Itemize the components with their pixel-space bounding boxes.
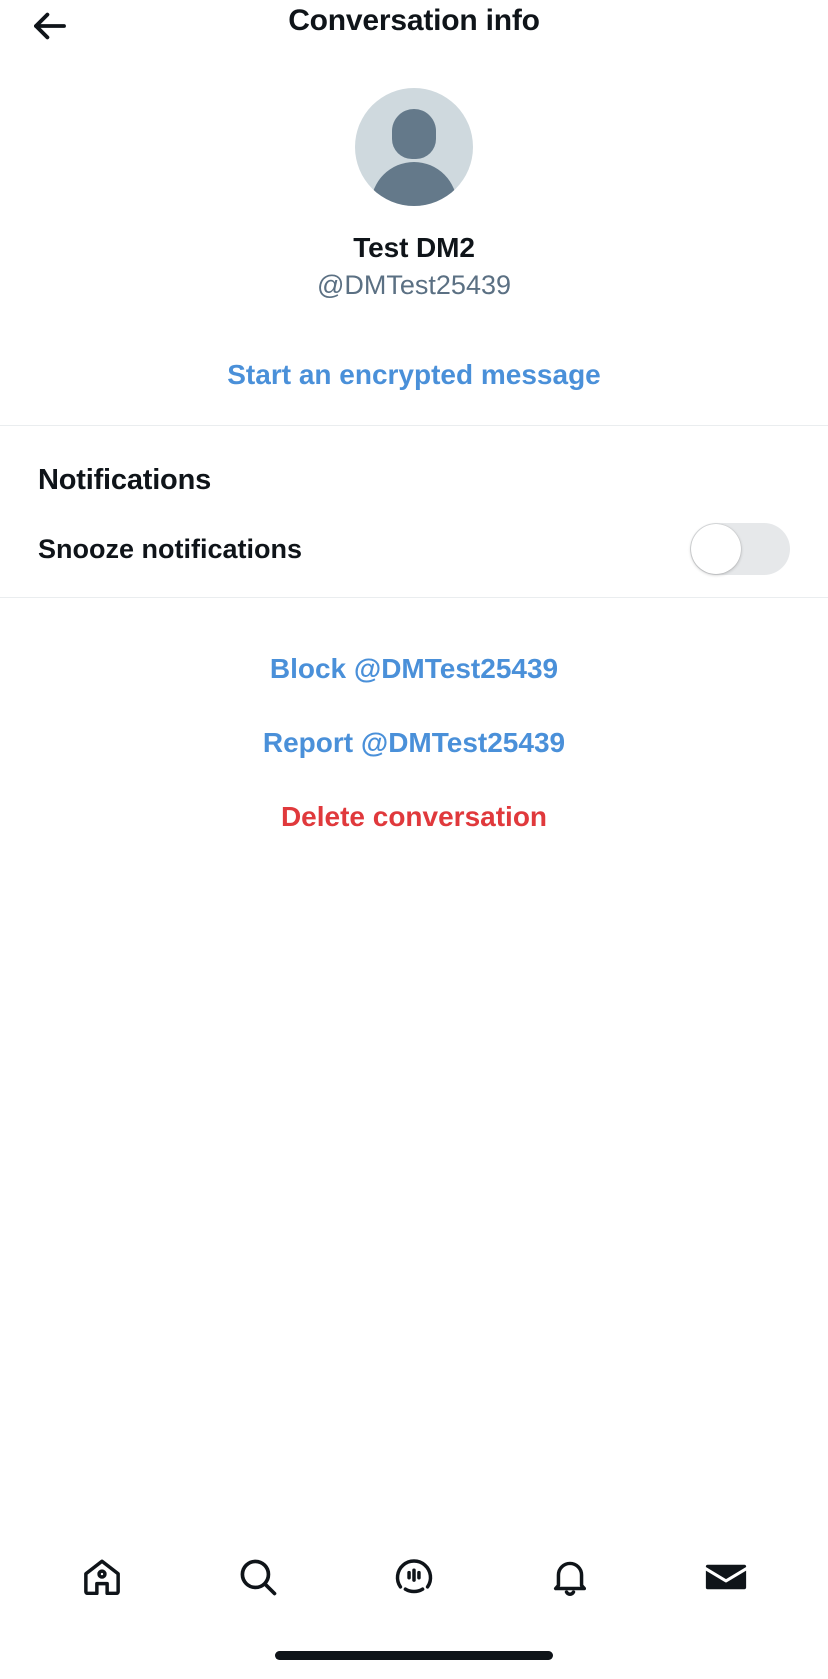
bottom-navigation-bar	[0, 1527, 828, 1631]
app-header: Conversation info	[0, 0, 828, 58]
actions-list: Block @DMTest25439 Report @DMTest25439 D…	[0, 598, 828, 854]
block-user-link[interactable]: Block @DMTest25439	[0, 632, 828, 706]
home-indicator-bar[interactable]	[275, 1650, 553, 1660]
home-indicator-area	[0, 1631, 828, 1679]
snooze-notifications-label: Snooze notifications	[38, 533, 303, 564]
nav-notifications[interactable]	[527, 1536, 613, 1622]
toggle-knob	[691, 524, 741, 574]
user-handle: @DMTest25439	[317, 270, 511, 300]
nav-spaces[interactable]	[371, 1536, 457, 1622]
search-icon	[236, 1555, 280, 1604]
home-icon	[80, 1555, 124, 1604]
delete-conversation-link[interactable]: Delete conversation	[0, 780, 828, 854]
bell-icon	[548, 1555, 592, 1604]
avatar-body-shape	[371, 162, 457, 206]
report-user-link[interactable]: Report @DMTest25439	[0, 706, 828, 780]
snooze-notifications-toggle[interactable]	[690, 523, 790, 575]
avatar-head-shape	[392, 109, 436, 159]
start-encrypted-message-link[interactable]: Start an encrypted message	[0, 359, 828, 391]
notifications-section: Notifications Snooze notifications	[0, 426, 828, 597]
nav-search[interactable]	[215, 1536, 301, 1622]
nav-home[interactable]	[59, 1536, 145, 1622]
envelope-icon	[703, 1554, 749, 1605]
page-title: Conversation info	[288, 4, 540, 37]
nav-messages[interactable]	[683, 1536, 769, 1622]
snooze-notifications-row[interactable]: Snooze notifications	[38, 501, 790, 597]
notifications-heading: Notifications	[38, 464, 212, 496]
display-name: Test DM2	[353, 232, 475, 263]
conversation-info-screen: Conversation info Test DM2 @DMTest25439 …	[0, 0, 828, 1679]
default-avatar-person-icon[interactable]	[355, 88, 473, 206]
spaces-icon	[392, 1555, 436, 1604]
profile-block: Test DM2 @DMTest25439 Start an encrypted…	[0, 58, 828, 425]
